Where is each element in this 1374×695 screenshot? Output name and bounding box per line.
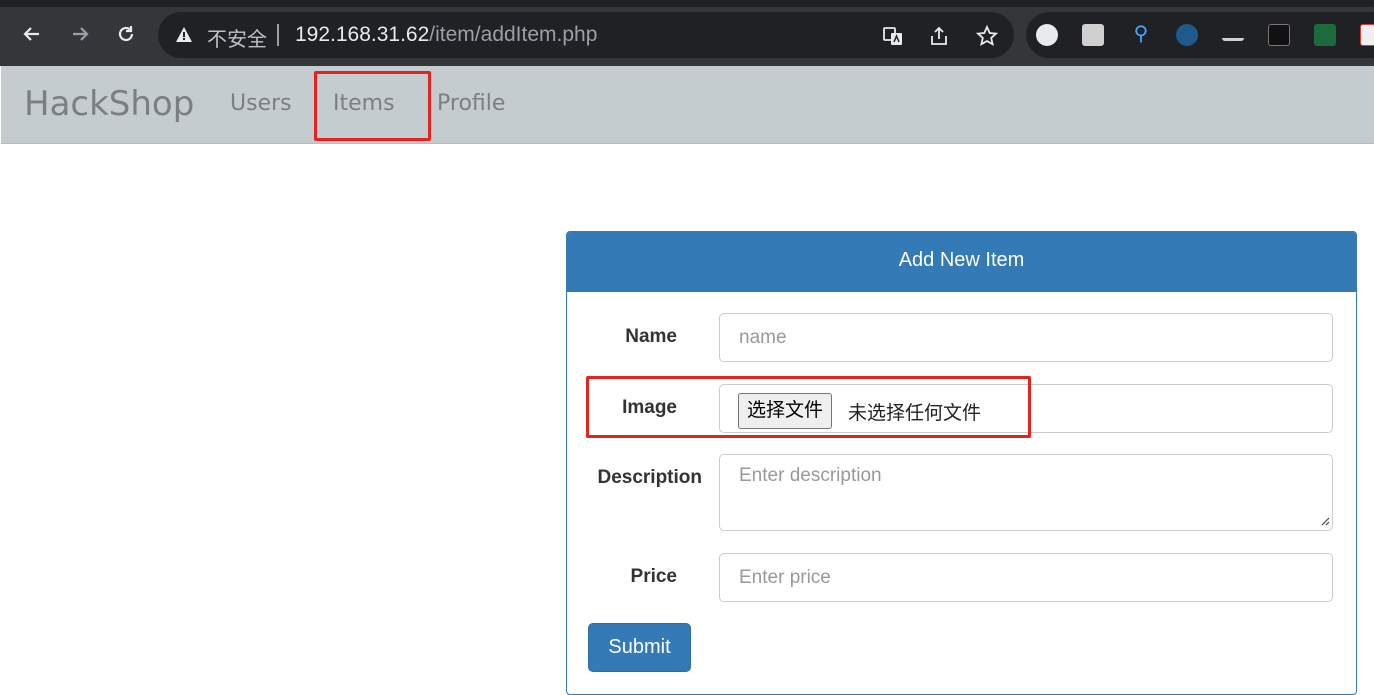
extension-pin-icon[interactable]: ⚲ xyxy=(1130,24,1152,46)
price-label: Price xyxy=(630,566,677,587)
extensions-tray: ⚲ xyxy=(1026,12,1374,58)
nav-link-profile[interactable]: Profile xyxy=(437,91,505,116)
security-status[interactable]: 不安全 xyxy=(207,23,267,52)
name-label: Name xyxy=(625,326,677,347)
name-input[interactable] xyxy=(719,313,1333,362)
submit-button[interactable]: Submit xyxy=(588,623,691,672)
extension-red-icon[interactable] xyxy=(1360,24,1374,46)
image-file-input[interactable]: 选择文件 未选择任何文件 xyxy=(719,384,1333,433)
description-textarea[interactable] xyxy=(719,454,1333,531)
url-divider xyxy=(277,24,279,46)
add-item-panel: Add New Item Name Image 选择文件 未选择任何文件 Des… xyxy=(566,231,1357,695)
navbar: HackShop Users Items Profile xyxy=(1,66,1374,144)
resize-grip-icon[interactable] xyxy=(1320,516,1330,526)
browser-toolbar: 不安全 192.168.31.62/item/addItem.php ⚲ xyxy=(0,0,1374,66)
forward-arrow-icon[interactable] xyxy=(66,20,94,48)
brand-logo[interactable]: HackShop xyxy=(24,84,194,124)
panel-title: Add New Item xyxy=(567,232,1356,292)
address-bar[interactable]: 不安全 192.168.31.62/item/addItem.php xyxy=(158,12,1014,58)
reload-icon[interactable] xyxy=(112,20,140,48)
translate-icon[interactable] xyxy=(882,25,904,47)
choose-file-button[interactable]: 选择文件 xyxy=(738,393,833,429)
nav-link-items[interactable]: Items xyxy=(333,91,395,116)
warning-triangle-icon xyxy=(176,27,192,42)
price-input[interactable] xyxy=(719,553,1333,602)
tab-strip-edge xyxy=(0,0,1374,7)
extension-h-icon[interactable] xyxy=(1268,24,1290,46)
extension-eye-icon[interactable] xyxy=(1176,24,1198,46)
description-label: Description xyxy=(597,467,702,488)
extension-window-icon[interactable] xyxy=(1082,24,1104,46)
url-host: 192.168.31.62 xyxy=(295,23,430,46)
url-text[interactable]: 192.168.31.62/item/addItem.php xyxy=(295,23,597,47)
image-label: Image xyxy=(622,397,677,418)
nav-link-users[interactable]: Users xyxy=(230,91,292,116)
file-status-text: 未选择任何文件 xyxy=(848,402,982,424)
extension-hat-icon[interactable] xyxy=(1222,29,1244,41)
back-arrow-icon[interactable] xyxy=(18,20,46,48)
url-path: /item/addItem.php xyxy=(429,23,598,46)
share-icon[interactable] xyxy=(928,25,950,47)
extension-flask-icon[interactable] xyxy=(1036,24,1058,46)
extension-circle-icon[interactable] xyxy=(1314,24,1336,46)
bookmark-star-icon[interactable] xyxy=(976,25,998,47)
